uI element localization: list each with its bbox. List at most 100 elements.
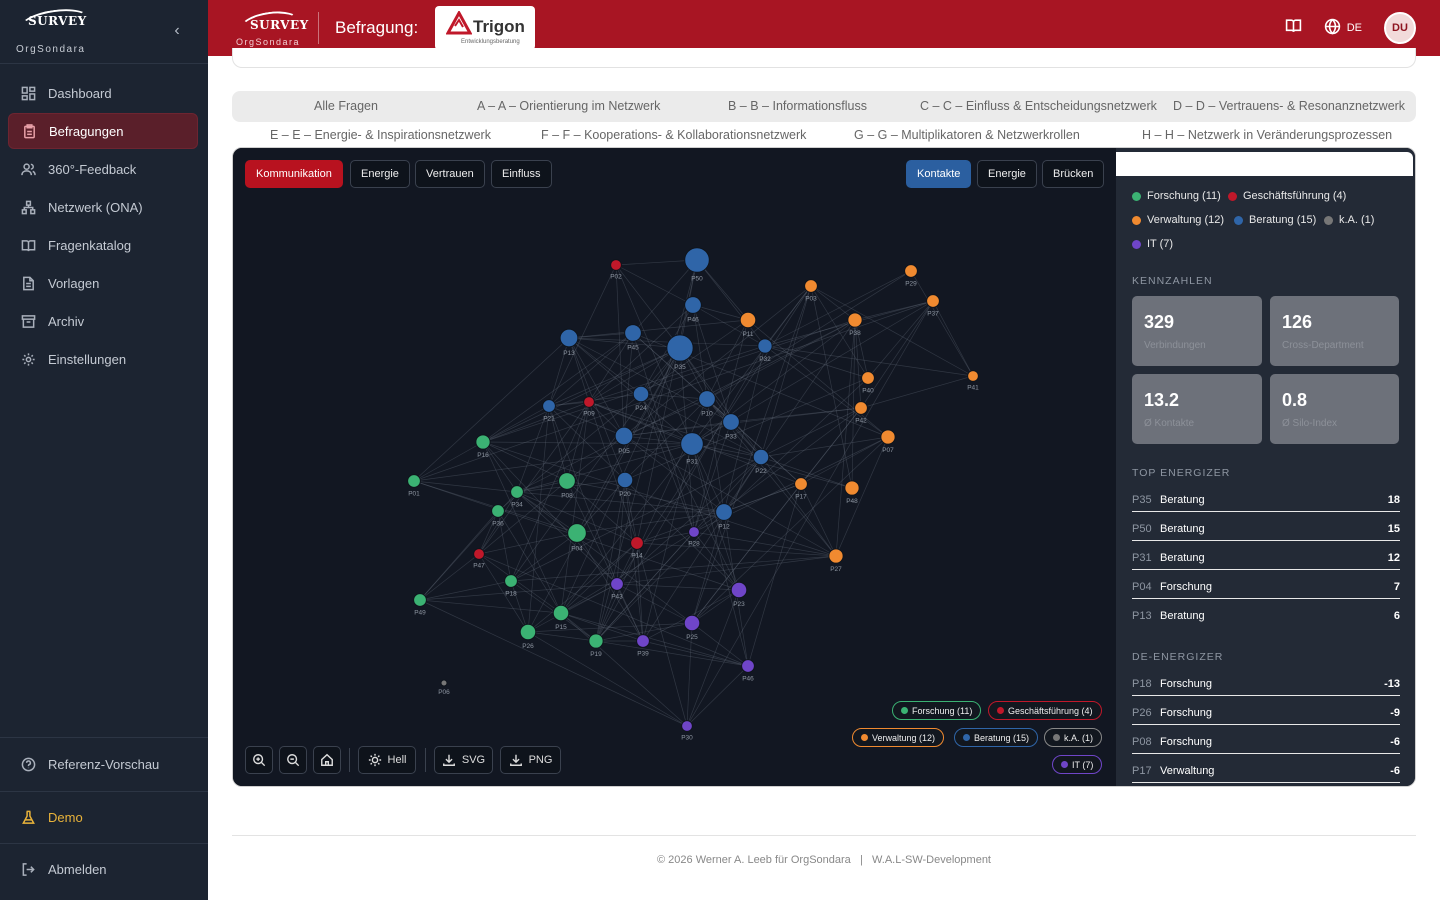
- node-circle[interactable]: [739, 311, 757, 329]
- node-circle[interactable]: [926, 294, 940, 308]
- tab-c[interactable]: C – C – Einfluss & Entscheidungsnetzwerk: [920, 99, 1157, 113]
- network-node[interactable]: P07: [880, 429, 896, 454]
- kommunikation-button[interactable]: Kommunikation: [245, 160, 343, 188]
- network-node[interactable]: P24: [632, 385, 650, 412]
- network-node[interactable]: P11: [739, 311, 757, 338]
- node-circle[interactable]: [519, 623, 537, 641]
- sidebar-item-fragenkatalog[interactable]: Fragenkatalog: [8, 227, 198, 263]
- network-node[interactable]: P46: [684, 296, 702, 324]
- network-node[interactable]: P19: [588, 633, 604, 658]
- network-node[interactable]: P38: [847, 312, 863, 337]
- network-node[interactable]: P36: [491, 504, 505, 528]
- network-node[interactable]: P47: [473, 548, 485, 570]
- collapse-sidebar-icon[interactable]: ‹: [168, 22, 186, 40]
- node-circle[interactable]: [632, 385, 650, 403]
- network-node[interactable]: P06: [438, 679, 450, 696]
- network-node[interactable]: P46: [741, 659, 755, 683]
- network-node[interactable]: P10: [698, 390, 716, 418]
- node-circle[interactable]: [567, 523, 587, 543]
- node-circle[interactable]: [741, 659, 755, 673]
- node-circle[interactable]: [440, 679, 448, 687]
- tab-d[interactable]: D – D – Vertrauens- & Resonanznetzwerk: [1173, 99, 1405, 113]
- network-node[interactable]: P26: [519, 623, 537, 650]
- vertrauen-button[interactable]: Vertrauen: [415, 160, 485, 188]
- network-node[interactable]: P32: [757, 338, 773, 363]
- node-circle[interactable]: [610, 259, 622, 271]
- network-node[interactable]: P03: [804, 279, 818, 303]
- book-icon[interactable]: [1285, 17, 1302, 39]
- network-node[interactable]: P34: [510, 485, 524, 509]
- sidebar-item-archiv[interactable]: Archiv: [8, 303, 198, 339]
- network-node[interactable]: P50: [684, 247, 710, 283]
- node-circle[interactable]: [510, 485, 524, 499]
- node-circle[interactable]: [610, 577, 624, 591]
- network-node[interactable]: P01: [407, 474, 421, 498]
- node-circle[interactable]: [794, 477, 808, 491]
- zoom-out-button[interactable]: [279, 746, 307, 774]
- node-circle[interactable]: [688, 526, 700, 538]
- brand-logo[interactable]: SURVEY OrgSondara: [236, 7, 308, 48]
- node-circle[interactable]: [636, 634, 650, 648]
- network-node[interactable]: P48: [844, 480, 860, 505]
- node-circle[interactable]: [967, 370, 979, 382]
- node-circle[interactable]: [861, 371, 875, 385]
- theme-toggle-button[interactable]: Hell: [358, 746, 416, 774]
- network-node[interactable]: P40: [861, 371, 875, 395]
- network-node[interactable]: P39: [636, 634, 650, 658]
- export-svg-button[interactable]: SVG: [434, 746, 493, 774]
- node-circle[interactable]: [552, 604, 570, 622]
- network-node[interactable]: P16: [475, 434, 491, 459]
- language-switcher[interactable]: DE: [1324, 18, 1362, 38]
- network-node[interactable]: P23: [730, 581, 748, 608]
- node-circle[interactable]: [475, 434, 491, 450]
- node-circle[interactable]: [847, 312, 863, 328]
- energie-network-button[interactable]: Energie: [350, 160, 410, 188]
- network-node[interactable]: P28: [688, 526, 700, 548]
- sidebar-item-netzwerk[interactable]: Netzwerk (ONA): [8, 189, 198, 225]
- node-circle[interactable]: [558, 472, 576, 490]
- network-node[interactable]: P14: [630, 536, 644, 560]
- tab-a[interactable]: A – A – Orientierung im Netzwerk: [477, 99, 660, 113]
- node-circle[interactable]: [684, 296, 702, 314]
- chip-geschaeftsfuehrung[interactable]: Geschäftsführung (4): [988, 701, 1102, 720]
- einfluss-button[interactable]: Einfluss: [491, 160, 552, 188]
- node-circle[interactable]: [407, 474, 421, 488]
- node-circle[interactable]: [413, 593, 427, 607]
- node-circle[interactable]: [680, 432, 704, 456]
- network-node[interactable]: P43: [610, 577, 624, 601]
- bruecken-button[interactable]: Brücken: [1042, 160, 1105, 188]
- sidebar-item-abmelden[interactable]: Abmelden: [8, 851, 198, 887]
- sidebar-item-befragungen[interactable]: Befragungen: [8, 113, 198, 149]
- chip-verwaltung[interactable]: Verwaltung (12): [852, 728, 945, 747]
- network-node[interactable]: P45: [624, 324, 642, 352]
- kontakte-button[interactable]: Kontakte: [906, 160, 972, 188]
- zoom-in-button[interactable]: [245, 746, 273, 774]
- network-node[interactable]: P20: [616, 471, 634, 498]
- node-circle[interactable]: [854, 401, 868, 415]
- node-circle[interactable]: [904, 264, 918, 278]
- node-circle[interactable]: [828, 548, 844, 564]
- node-circle[interactable]: [730, 581, 748, 599]
- network-node[interactable]: P17: [794, 477, 808, 501]
- node-circle[interactable]: [504, 574, 518, 588]
- node-circle[interactable]: [473, 548, 485, 560]
- tab-h[interactable]: H – H – Netzwerk in Veränderungsprozesse…: [1142, 128, 1392, 142]
- network-node[interactable]: P18: [504, 574, 518, 598]
- network-node[interactable]: P25: [683, 614, 701, 641]
- tab-alle-fragen[interactable]: Alle Fragen: [314, 99, 378, 113]
- sidebar-item-360-feedback[interactable]: 360°-Feedback: [8, 151, 198, 187]
- chip-beratung[interactable]: Beratung (15): [954, 728, 1039, 747]
- sidebar-item-dashboard[interactable]: Dashboard: [8, 75, 198, 111]
- node-circle[interactable]: [583, 396, 595, 408]
- network-node[interactable]: P12: [715, 503, 733, 531]
- network-node[interactable]: P27: [828, 548, 844, 573]
- node-circle[interactable]: [684, 247, 710, 273]
- node-circle[interactable]: [698, 390, 716, 408]
- tab-f[interactable]: F – F – Kooperations- & Kollaborationsne…: [541, 128, 806, 142]
- network-node[interactable]: P22: [752, 448, 770, 475]
- node-circle[interactable]: [491, 504, 505, 518]
- network-node[interactable]: P05: [614, 426, 634, 455]
- network-node[interactable]: P21: [542, 399, 556, 423]
- node-circle[interactable]: [681, 720, 693, 732]
- tab-g[interactable]: G – G – Multiplikatoren & Netzwerkrollen: [854, 128, 1080, 142]
